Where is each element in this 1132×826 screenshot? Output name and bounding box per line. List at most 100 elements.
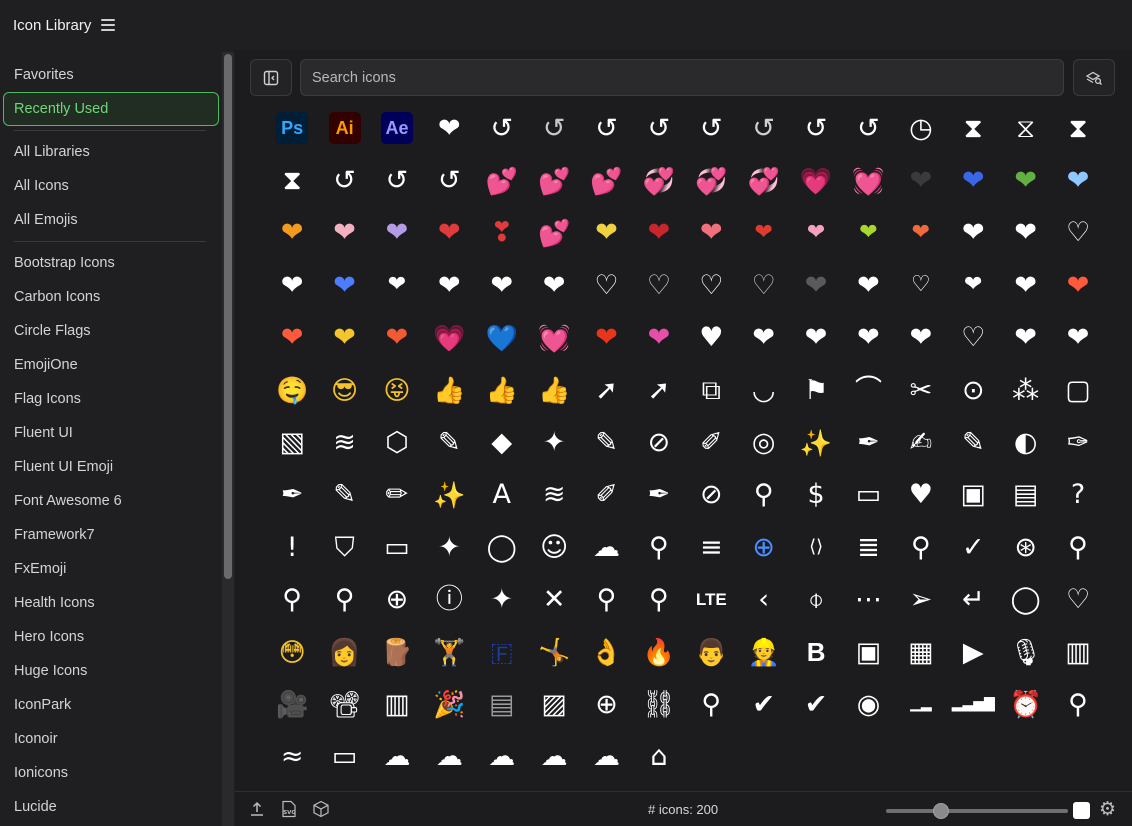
ok-hand-icon[interactable]: 👌 [580, 626, 632, 678]
film-projector-icon[interactable]: 📽 [318, 678, 370, 730]
sidebar-item-framework7[interactable]: Framework7 [0, 518, 222, 552]
heart-icon[interactable]: ❤ [423, 259, 475, 311]
two-hearts-icon[interactable]: 💕 [528, 154, 580, 206]
history-icon[interactable]: ↺ [423, 154, 475, 206]
file-edit-icon[interactable]: ✎ [318, 469, 370, 521]
search-icon[interactable]: ⚲ [633, 574, 685, 626]
pink-heart-icon[interactable]: 💗 [423, 312, 475, 364]
path-cut-icon[interactable]: ✂ [895, 364, 947, 416]
orange-heart-icon[interactable]: ❤ [266, 207, 318, 259]
sidebar-item-fluent-ui-emoji[interactable]: Fluent UI Emoji [0, 450, 222, 484]
cloud-icon[interactable]: ☁ [476, 731, 528, 783]
search-filled-icon[interactable]: ⚲ [633, 521, 685, 573]
search-box-icon[interactable]: ▭ [371, 521, 423, 573]
after-effects-icon[interactable]: Ae [371, 102, 423, 154]
sidebar-item-ionicons[interactable]: Ionicons [0, 756, 222, 790]
export-icon[interactable] [247, 799, 267, 819]
font-edit-icon[interactable]: A [476, 469, 528, 521]
heart-outline-icon[interactable]: ♡ [738, 259, 790, 311]
keyboard-icon[interactable]: ▦ [895, 626, 947, 678]
magic-pen-icon[interactable]: ✒ [842, 416, 894, 468]
green-heart-icon[interactable]: ❤ [999, 154, 1051, 206]
cursor-icon[interactable]: ➚ [633, 364, 685, 416]
search-circle-filled-icon[interactable]: ⚲ [1052, 521, 1104, 573]
heart-icon[interactable]: ❤ [476, 259, 528, 311]
heart-outline-icon[interactable]: ♡ [633, 259, 685, 311]
cube-icon[interactable] [311, 799, 331, 819]
revolving-hearts-icon[interactable]: 💞 [685, 154, 737, 206]
heart-icon[interactable]: ❤ [999, 207, 1051, 259]
layers-icon[interactable]: ≋ [318, 416, 370, 468]
folder-search-icon[interactable]: ▣ [947, 469, 999, 521]
history-icon[interactable]: ↺ [318, 154, 370, 206]
two-hearts-icon[interactable]: 💕 [476, 154, 528, 206]
red-heart-icon[interactable]: ❤ [423, 207, 475, 259]
history-icon[interactable]: ↺ [790, 102, 842, 154]
red-heart-icon[interactable]: ❤ [580, 312, 632, 364]
search-input[interactable] [312, 69, 1063, 86]
film-strip-icon[interactable]: ▥ [371, 678, 423, 730]
beating-heart-icon[interactable]: 💓 [528, 312, 580, 364]
books-icon[interactable]: ▤ [476, 678, 528, 730]
weightlifter-icon[interactable]: 🏋 [423, 626, 475, 678]
heart-icon[interactable]: ❤ [371, 259, 423, 311]
target-icon[interactable]: ◎ [738, 416, 790, 468]
small-heart-icon[interactable]: ❤ [895, 207, 947, 259]
sidebar-item-hero-icons[interactable]: Hero Icons [0, 620, 222, 654]
pencil-icon[interactable]: ✎ [947, 416, 999, 468]
red-heart-icon[interactable]: ❤ [371, 312, 423, 364]
sidebar-item-emojione[interactable]: EmojiOne [0, 348, 222, 382]
film-icon[interactable]: ▥ [1052, 626, 1104, 678]
search-icon[interactable]: ⚲ [318, 574, 370, 626]
sidebar-item-huge-icons[interactable]: Huge Icons [0, 654, 222, 688]
verified-badge-icon[interactable]: ✔ [790, 678, 842, 730]
blue-heart-icon[interactable]: ❤ [947, 154, 999, 206]
red-heart-icon[interactable]: ❤ [633, 207, 685, 259]
hamburger-menu-icon[interactable] [101, 19, 116, 31]
sidebar-item-lucide[interactable]: Lucide [0, 790, 222, 824]
cloud-icon[interactable]: ☁ [423, 731, 475, 783]
nodes-icon[interactable]: ⁂ [999, 364, 1051, 416]
draw-icon[interactable]: ✎ [580, 416, 632, 468]
heart-half-icon[interactable]: ❤ [738, 312, 790, 364]
feather-icon[interactable]: ✑ [1052, 416, 1104, 468]
bounding-box-icon[interactable]: ▢ [1052, 364, 1104, 416]
hourglass-icon[interactable]: ⧗ [1052, 102, 1104, 154]
heart-icon[interactable]: ❤ [266, 259, 318, 311]
drooling-face-icon[interactable]: 🤤 [266, 364, 318, 416]
heart-icon[interactable]: ❤ [842, 259, 894, 311]
edit-settings-icon[interactable]: ✍ [895, 416, 947, 468]
search-check-icon[interactable]: ✓ [947, 521, 999, 573]
vector-select-icon[interactable]: ⚑ [790, 364, 842, 416]
yellow-heart-icon[interactable]: ❤ [580, 207, 632, 259]
heart-icon[interactable]: ❤ [999, 312, 1051, 364]
hourglass-icon[interactable]: ⧗ [947, 102, 999, 154]
search-info-icon[interactable]: ⓘ [423, 574, 475, 626]
shapes-icon[interactable]: ⧉ [685, 364, 737, 416]
microphone-icon[interactable]: 🎙 [999, 626, 1051, 678]
link-icon[interactable]: ⛓ [633, 678, 685, 730]
heart-icon[interactable]: ❤ [423, 102, 475, 154]
sidebar-item-carbon-icons[interactable]: Carbon Icons [0, 280, 222, 314]
sidebar-scroll-thumb[interactable] [224, 54, 232, 579]
black-heart-icon[interactable]: ❤ [895, 154, 947, 206]
pen-tool-icon[interactable]: ✒ [266, 469, 318, 521]
heart-outline-icon[interactable]: ♡ [1052, 574, 1104, 626]
hourglass-icon[interactable]: ⧗ [266, 154, 318, 206]
camera-icon[interactable]: ⌽ [790, 574, 842, 626]
growing-heart-icon[interactable]: 💗 [790, 154, 842, 206]
svg-file-icon[interactable]: SVG [279, 799, 299, 819]
cloud-search-icon[interactable]: ☁ [580, 521, 632, 573]
lte-icon[interactable]: LTE [685, 574, 737, 626]
add-circle-icon[interactable]: ⊕ [580, 678, 632, 730]
fire-icon[interactable]: 🔥 [633, 626, 685, 678]
search-heart-icon[interactable]: ♥ [895, 469, 947, 521]
video-camera-icon[interactable]: 🎥 [266, 678, 318, 730]
edit-profile-icon[interactable]: ◐ [999, 416, 1051, 468]
blue-heart-icon[interactable]: ❤ [318, 259, 370, 311]
lasso-icon[interactable]: ⊙ [947, 364, 999, 416]
user-circle-icon[interactable]: ◉ [842, 678, 894, 730]
search-card-icon[interactable]: ▭ [842, 469, 894, 521]
search-alert-icon[interactable]: ! [266, 521, 318, 573]
heart-circle-icon[interactable]: ♥ [685, 312, 737, 364]
